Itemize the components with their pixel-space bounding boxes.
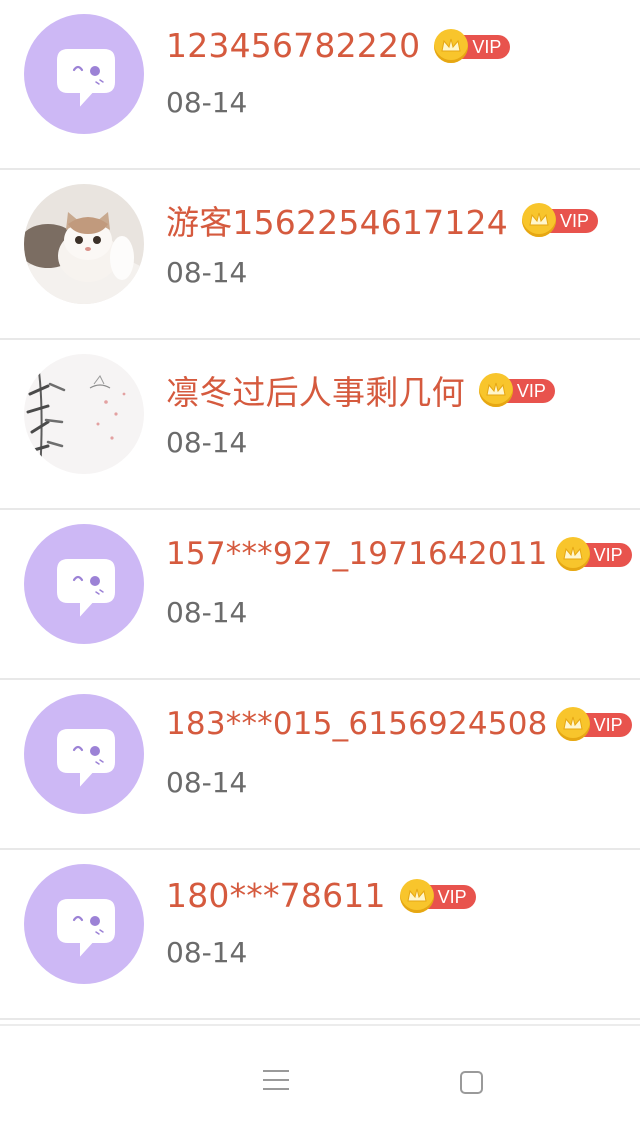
chat-bubble-icon bbox=[24, 864, 144, 984]
username: 180***78611 bbox=[166, 876, 386, 915]
vip-badge: VIP bbox=[399, 878, 486, 913]
user-list: 123456782220 VIP 08-14 游客1562254617124 V… bbox=[0, 0, 640, 1020]
username-line: 123456782220 VIP bbox=[166, 26, 520, 65]
date-label: 08-14 bbox=[166, 86, 248, 119]
chat-bubble-icon bbox=[24, 694, 144, 814]
avatar bbox=[24, 184, 144, 304]
list-item[interactable]: 180***78611 VIP 08-14 bbox=[0, 850, 640, 1020]
date-label: 08-14 bbox=[166, 766, 248, 799]
system-navigation-bar bbox=[0, 1024, 640, 1138]
crown-icon bbox=[555, 537, 590, 571]
avatar bbox=[24, 864, 144, 984]
crown-icon bbox=[434, 28, 469, 63]
ink-painting-icon bbox=[24, 354, 144, 474]
kitten-photo-icon bbox=[24, 184, 144, 304]
username-line: 157***927_1971642011 VIP bbox=[166, 536, 640, 572]
list-item[interactable]: 凛冬过后人事剩几何 VIP 08-14 bbox=[0, 340, 640, 510]
date-label: 08-14 bbox=[166, 936, 248, 969]
username: 凛冬过后人事剩几何 bbox=[166, 373, 465, 412]
username-line: 游客1562254617124 VIP bbox=[166, 196, 608, 244]
username: 123456782220 bbox=[166, 26, 421, 65]
crown-icon bbox=[555, 707, 590, 741]
username-line: 183***015_6156924508 VIP bbox=[166, 706, 640, 742]
square-home-icon[interactable] bbox=[460, 1071, 483, 1094]
vip-badge: VIP bbox=[434, 28, 520, 63]
chat-bubble-icon bbox=[24, 524, 144, 644]
crown-icon bbox=[399, 878, 434, 913]
list-item[interactable]: 157***927_1971642011 VIP 08-14 bbox=[0, 510, 640, 680]
vip-badge: VIP bbox=[555, 537, 640, 571]
chat-bubble-icon bbox=[24, 14, 144, 134]
avatar bbox=[24, 354, 144, 474]
date-label: 08-14 bbox=[166, 256, 248, 289]
date-label: 08-14 bbox=[166, 426, 248, 459]
vip-badge: VIP bbox=[555, 707, 640, 741]
list-item[interactable]: 183***015_6156924508 VIP 08-14 bbox=[0, 680, 640, 850]
crown-icon bbox=[478, 373, 513, 407]
date-label: 08-14 bbox=[166, 596, 248, 629]
username-line: 凛冬过后人事剩几何 VIP bbox=[166, 366, 565, 414]
crown-icon bbox=[521, 203, 556, 237]
avatar bbox=[24, 524, 144, 644]
avatar bbox=[24, 14, 144, 134]
vip-badge: VIP bbox=[521, 203, 608, 237]
username: 157***927_1971642011 bbox=[166, 536, 548, 572]
vip-badge: VIP bbox=[478, 373, 565, 407]
menu-icon[interactable] bbox=[263, 1070, 289, 1092]
username-line: 180***78611 VIP bbox=[166, 876, 486, 915]
username: 183***015_6156924508 bbox=[166, 706, 548, 742]
list-item[interactable]: 游客1562254617124 VIP 08-14 bbox=[0, 170, 640, 340]
list-item[interactable]: 123456782220 VIP 08-14 bbox=[0, 0, 640, 170]
username: 游客1562254617124 bbox=[166, 203, 508, 242]
avatar bbox=[24, 694, 144, 814]
